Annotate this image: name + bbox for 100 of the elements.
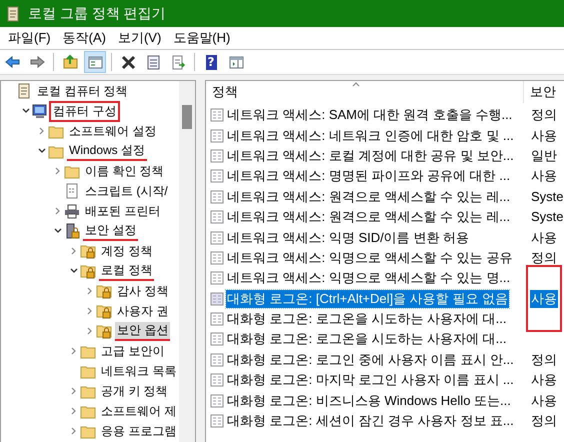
policy-name-cell[interactable]: 네트워크 액세스: 원격으로 액세스할 수 있는 레... xyxy=(226,208,512,226)
policy-setting-icon xyxy=(210,414,224,428)
policy-name-cell[interactable]: 대화형 로그온: 마지막 로그인 사용자 이름 표시 ... xyxy=(226,371,515,390)
policy-name-cell[interactable]: 네트워크 액세스: 원격으로 액세스할 수 있는 레... xyxy=(226,188,512,206)
policy-setting-icon xyxy=(210,169,224,184)
tree-item[interactable]: 소프트웨어 설정 xyxy=(67,122,158,140)
menu-item[interactable]: 도움말(H) xyxy=(167,28,236,48)
delete-x-icon xyxy=(120,54,136,70)
column-header[interactable]: 정책 xyxy=(206,81,524,103)
chevron-right-icon[interactable] xyxy=(54,207,62,215)
tree-item[interactable]: 사용자 권 xyxy=(115,302,170,320)
setting-cell: 사용 xyxy=(530,167,558,186)
policy-name-cell[interactable]: 네트워크 액세스: 익명으로 액세스할 수 있는 공유 xyxy=(226,248,514,267)
chevron-down-icon[interactable] xyxy=(22,107,30,115)
tree-item[interactable]: 로컬 정책 xyxy=(99,262,154,280)
action-pane-icon xyxy=(228,54,244,70)
server-lock-icon xyxy=(64,223,80,239)
chevron-right-icon[interactable] xyxy=(70,347,78,355)
locked-folder-icon xyxy=(80,243,96,259)
help-glyph: ? xyxy=(208,56,214,68)
script-document-icon xyxy=(64,183,80,199)
policy-name-cell[interactable]: 네트워크 액세스: 로컬 계정에 대한 공유 및 보안... xyxy=(226,146,515,165)
tree-pane-button[interactable] xyxy=(84,51,106,73)
chevron-right-icon[interactable] xyxy=(86,307,94,315)
tree-item[interactable]: 배포된 프린터 xyxy=(83,202,162,220)
policy-setting-icon xyxy=(210,128,224,143)
chevron-right-icon[interactable] xyxy=(70,407,78,415)
setting-cell: 정의 xyxy=(530,248,558,267)
properties-icon xyxy=(144,54,162,70)
chevron-right-icon[interactable] xyxy=(70,247,78,255)
policy-setting-icon xyxy=(210,271,224,286)
policy-name-cell[interactable]: 대화형 로그온: 로그인 중에 사용자 이름 표시 안... xyxy=(226,350,515,369)
menu-item[interactable]: 보기(V) xyxy=(112,28,168,48)
policy-setting-icon xyxy=(210,230,224,245)
tree-item[interactable]: 소프트웨어 제 xyxy=(99,402,178,420)
policy-name-cell[interactable]: 대화형 로그온: [Ctrl+Alt+Del]을 사용할 필요 없음 xyxy=(226,290,509,308)
policy-setting-icon xyxy=(210,373,224,388)
folder-up-icon xyxy=(62,54,78,70)
export-list-icon xyxy=(170,54,186,70)
locked-folder-icon xyxy=(96,323,112,339)
chevron-down-icon[interactable] xyxy=(38,147,46,155)
chevron-down-icon[interactable] xyxy=(54,227,62,235)
policy-name-cell[interactable]: 대화형 로그온: 로그온을 시도하는 사용자에 대... xyxy=(226,310,508,328)
menu-item[interactable]: 파일(F) xyxy=(2,28,57,48)
setting-cell: 정의 xyxy=(530,412,558,430)
help-book-button[interactable]: ? xyxy=(200,51,222,73)
menu-item[interactable]: 동작(A) xyxy=(56,28,112,48)
tree-item[interactable]: 계정 정책 xyxy=(99,242,154,260)
tree-item[interactable]: 고급 보안이 xyxy=(99,342,166,360)
setting-cell: 정의 xyxy=(530,106,558,124)
tree-item[interactable]: Windows 설정 xyxy=(67,142,148,160)
back-arrow-icon xyxy=(4,54,20,70)
chevron-down-icon[interactable] xyxy=(70,267,78,275)
setting-cell: 사용 xyxy=(530,290,558,308)
policy-setting-icon xyxy=(210,292,224,306)
tree-item[interactable]: 컴퓨터 구성 xyxy=(51,102,118,120)
chevron-right-icon[interactable] xyxy=(86,287,94,295)
tree-item[interactable]: 감사 정책 xyxy=(115,282,170,300)
setting-cell: 사용 xyxy=(530,371,558,390)
setting-cell: 정의 xyxy=(530,350,558,369)
policy-scroll-icon xyxy=(16,83,32,99)
policy-setting-icon xyxy=(210,108,224,122)
policy-name-cell[interactable]: 네트워크 액세스: 네트워크 인증에 대한 암호 및 ... xyxy=(226,126,515,145)
tree-item[interactable]: 보안 옵션 xyxy=(115,322,170,340)
chevron-right-icon[interactable] xyxy=(54,167,62,175)
policy-setting-icon xyxy=(210,312,224,326)
scrollbar-thumb[interactable] xyxy=(182,105,192,129)
chevron-right-icon[interactable] xyxy=(70,427,78,435)
policy-name-cell[interactable]: 대화형 로그온: 로그온을 시도하는 사용자에 대... xyxy=(226,330,508,348)
setting-cell: 사용 xyxy=(530,126,558,145)
chevron-right-icon[interactable] xyxy=(70,387,78,395)
policy-setting-icon xyxy=(210,210,224,224)
tree-item[interactable]: 네트워크 목록 xyxy=(99,362,178,380)
policy-name-cell[interactable]: 대화형 로그온: 비즈니스용 Windows Hello 또는... xyxy=(226,392,512,410)
setting-cell: 사용 xyxy=(530,228,558,247)
tree-item[interactable]: 로컬 컴퓨터 정책 xyxy=(35,82,130,100)
policy-setting-icon xyxy=(210,250,224,265)
tree-item[interactable]: 이름 확인 정책 xyxy=(83,162,166,180)
policy-name-cell[interactable]: 대화형 로그온: 세션이 잠긴 경우 사용자 정보 표... xyxy=(226,412,515,430)
printer-icon xyxy=(64,203,80,219)
policy-name-cell[interactable]: 네트워크 액세스: 익명 SID/이름 변환 허용 xyxy=(226,228,470,247)
setting-cell: Syste xyxy=(530,188,564,206)
locked-folder-icon xyxy=(80,263,96,279)
policy-name-cell[interactable]: 네트워크 액세스: 명명된 파이프와 공유에 대한 ... xyxy=(226,167,512,186)
tree-item[interactable]: 공개 키 정책 xyxy=(99,382,170,400)
tree-item[interactable]: 응용 프로그램 xyxy=(99,422,178,440)
tree-item[interactable]: 스크립트 (시작/ xyxy=(83,182,170,200)
chevron-right-icon[interactable] xyxy=(86,327,94,335)
setting-cell: Syste xyxy=(530,208,564,226)
scrollbar[interactable] xyxy=(179,81,195,442)
chevron-right-icon[interactable] xyxy=(38,127,46,135)
policy-name-cell[interactable]: 네트워크 액세스: SAM에 대한 원격 호출을 수행... xyxy=(226,106,514,124)
column-header[interactable]: 보안 xyxy=(524,81,556,103)
tree-item[interactable]: 보안 설정 xyxy=(83,222,138,240)
tree-pane-icon xyxy=(86,54,104,70)
policy-setting-icon xyxy=(210,352,224,367)
policy-setting-icon xyxy=(210,332,224,346)
policy-setting-icon xyxy=(210,190,224,204)
policy-name-cell[interactable]: 네트워크 액세스: 익명으로 액세스할 수 있는 명... xyxy=(226,269,512,288)
scroll-icon xyxy=(6,6,20,22)
